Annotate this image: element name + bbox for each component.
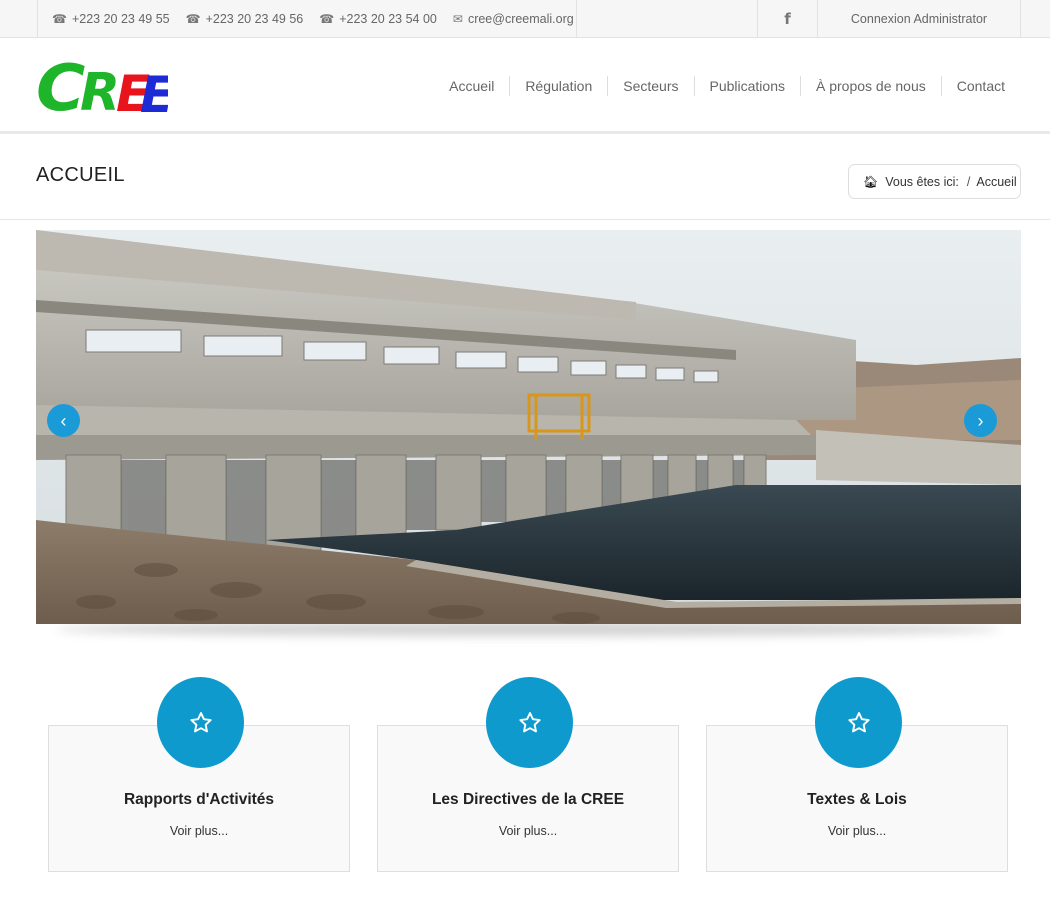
phone-2-text: +223 20 23 49 56 [205, 11, 304, 26]
main-nav: Accueil Régulation Secteurs Publications… [434, 76, 1020, 96]
envelope-icon: ✉ [452, 11, 463, 26]
star-icon [189, 711, 212, 732]
feature-icon-circle [815, 677, 902, 768]
breadcrumb: 🏠︎ Vous êtes ici: / Accueil [848, 164, 1021, 199]
breadcrumb-separator: / [966, 174, 971, 189]
phone-2[interactable]: ☎ +223 20 23 49 56 [186, 12, 304, 26]
nav-contact[interactable]: Contact [940, 76, 1020, 96]
feature-title: Rapports d'Activités [123, 791, 275, 808]
svg-text:R: R [80, 63, 120, 116]
read-more-link[interactable]: Voir plus... [707, 824, 1007, 838]
read-more-link[interactable]: Voir plus... [378, 824, 678, 838]
feature-title: Les Directives de la CREE [431, 791, 625, 808]
slider-shadow [56, 622, 1001, 636]
read-more-link[interactable]: Voir plus... [49, 824, 349, 838]
facebook-icon[interactable]: f [757, 0, 818, 37]
feature-icon-circle [157, 677, 244, 768]
email-text: cree@creemali.org [467, 11, 574, 26]
site-header: C R E E Accueil Régulation Secteurs Publ… [0, 38, 1050, 134]
top-bar: ☎ +223 20 23 49 55 ☎ +223 20 23 49 56 ☎ … [0, 0, 1050, 38]
phone-3[interactable]: ☎ +223 20 23 54 00 [319, 12, 437, 26]
page-title-bar: ACCUEIL 🏠︎ Vous êtes ici: / Accueil [0, 134, 1050, 220]
breadcrumb-current[interactable]: Accueil [976, 175, 1016, 189]
phone-1-text: +223 20 23 49 55 [71, 11, 170, 26]
feature-card-rapports[interactable]: Rapports d'Activités Voir plus... [48, 677, 350, 872]
feature-icon-circle [486, 677, 573, 768]
feature-title: Textes & Lois [807, 791, 907, 808]
phone-icon: ☎ [319, 11, 335, 26]
feature-card-textes-lois[interactable]: Textes & Lois Voir plus... [706, 677, 1008, 872]
nav-a-propos[interactable]: À propos de nous [800, 76, 941, 96]
nav-publications[interactable]: Publications [693, 76, 801, 96]
slider-next-button[interactable]: › [964, 404, 997, 437]
phone-1[interactable]: ☎ +223 20 23 49 55 [52, 12, 170, 26]
star-icon [518, 711, 541, 732]
admin-login-link[interactable]: Connexion Administrator [818, 0, 1021, 37]
breadcrumb-prefix: Vous êtes ici: [885, 174, 959, 189]
nav-regulation[interactable]: Régulation [509, 76, 607, 96]
email-link[interactable]: ✉ cree@creemali.org [453, 12, 574, 26]
svg-text:E: E [140, 66, 168, 116]
svg-text:C: C [36, 56, 85, 116]
home-icon[interactable]: 🏠︎ [863, 175, 878, 189]
dam-image [36, 230, 1021, 624]
phone-icon: ☎ [52, 11, 67, 26]
nav-accueil[interactable]: Accueil [434, 76, 509, 96]
page-title: ACCUEIL [36, 164, 125, 186]
contact-info: ☎ +223 20 23 49 55 ☎ +223 20 23 49 56 ☎ … [37, 0, 577, 37]
nav-secteurs[interactable]: Secteurs [607, 76, 693, 96]
hero-slider[interactable] [36, 230, 1021, 624]
star-icon [847, 711, 870, 732]
phone-icon: ☎ [185, 11, 201, 26]
feature-card-directives[interactable]: Les Directives de la CREE Voir plus... [377, 677, 679, 872]
cree-logo[interactable]: C R E E [36, 51, 174, 125]
phone-3-text: +223 20 23 54 00 [339, 11, 437, 26]
slider-prev-button[interactable]: ‹ [47, 404, 80, 437]
